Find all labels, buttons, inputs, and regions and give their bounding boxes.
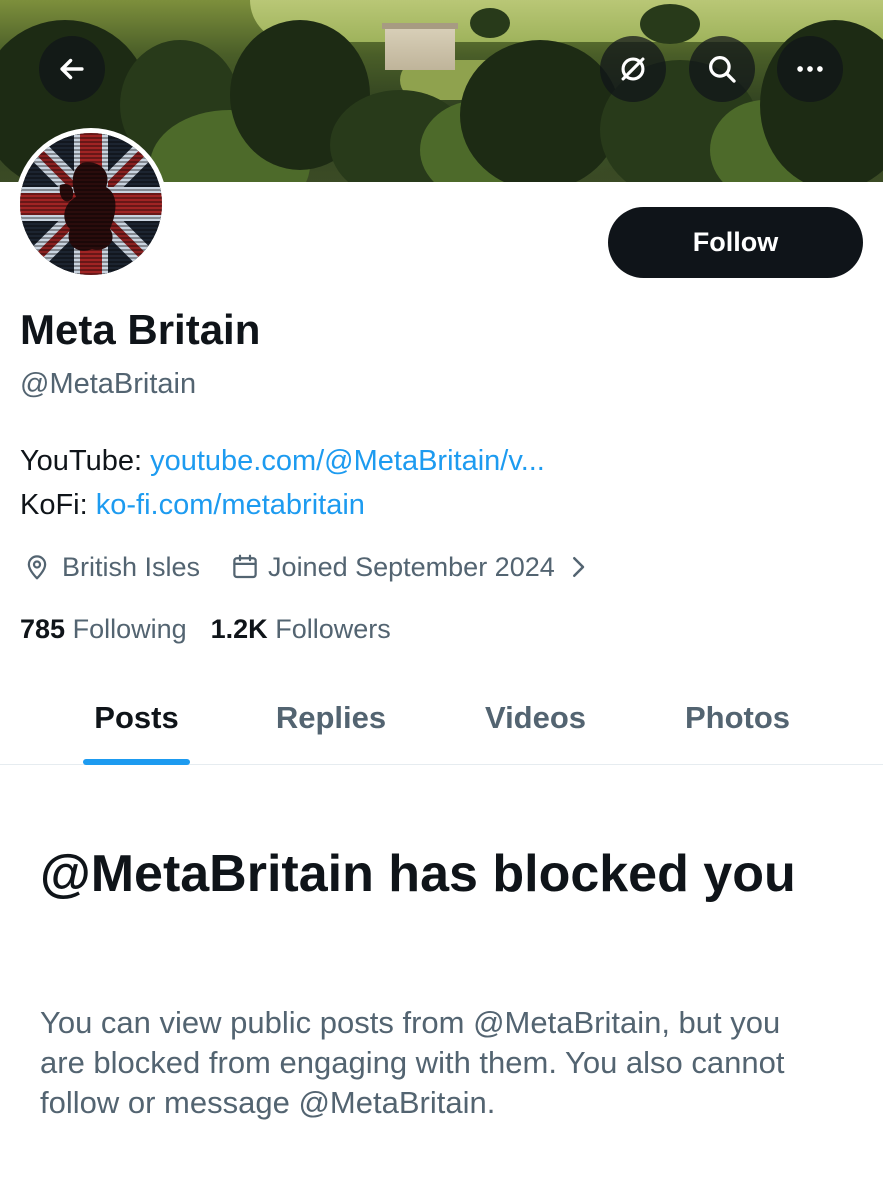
more-button[interactable] (777, 36, 843, 102)
banner-tree (470, 8, 510, 38)
profile-tabs: Posts Replies Videos Photos (0, 670, 883, 765)
back-button[interactable] (39, 36, 105, 102)
blocked-description: You can view public posts from @MetaBrit… (40, 1005, 785, 1120)
tab-replies[interactable]: Replies (258, 670, 404, 765)
active-tab-indicator (83, 759, 190, 765)
profile-meta: British Isles Joined September 2024 (20, 549, 595, 585)
banner-tree (460, 40, 620, 182)
tab-posts[interactable]: Posts (70, 670, 203, 765)
blocked-title: @MetaBritain has blocked you (40, 845, 796, 903)
profile-name: Meta Britain (20, 306, 261, 353)
location-pin-icon (20, 550, 54, 584)
bio-kofi-label: KoFi: (20, 489, 96, 521)
calendar-icon (228, 550, 262, 584)
translate-button[interactable] (600, 36, 666, 102)
bio-youtube: YouTube: youtube.com/@MetaBritain/v... (20, 445, 545, 478)
banner-tree (640, 4, 700, 44)
following-label: Following (72, 614, 187, 644)
bio-kofi: KoFi: ko-fi.com/metabritain (20, 489, 365, 522)
youtube-link[interactable]: youtube.com/@MetaBritain/v... (150, 445, 545, 477)
union-flag-avatar-icon (20, 133, 162, 275)
profile-handle: @MetaBritain (20, 368, 197, 400)
profile-stats: 785 Following 1.2K Followers (20, 614, 391, 645)
avatar-image (20, 133, 162, 275)
followers-stat[interactable]: 1.2K Followers (211, 614, 391, 645)
followers-count: 1.2K (210, 614, 268, 644)
banner-house (382, 23, 458, 70)
chevron-right-icon[interactable] (561, 550, 595, 584)
bio-youtube-label: YouTube: (20, 445, 151, 477)
search-icon (709, 56, 736, 83)
following-stat[interactable]: 785 Following (20, 614, 187, 645)
following-count: 785 (20, 614, 66, 644)
followers-label: Followers (275, 614, 391, 644)
search-button[interactable] (689, 36, 755, 102)
more-icon (797, 66, 823, 72)
follow-button[interactable]: Follow (608, 207, 863, 278)
arrow-left-icon (60, 58, 84, 80)
banner-field (250, 0, 883, 42)
profile-joined[interactable]: Joined September 2024 (268, 552, 555, 583)
kofi-link[interactable]: ko-fi.com/metabritain (96, 489, 365, 521)
avatar[interactable] (15, 128, 167, 280)
tab-videos[interactable]: Videos (466, 670, 605, 765)
link-broken-icon (621, 57, 645, 81)
tab-photos[interactable]: Photos (667, 670, 808, 765)
profile-location: British Isles (62, 551, 201, 582)
